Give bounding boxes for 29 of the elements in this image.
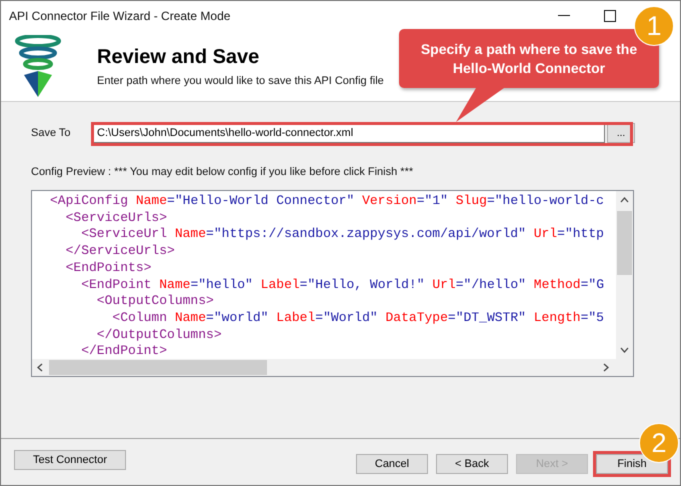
code-line: <ServiceUrls> — [64, 210, 168, 226]
wizard-button[interactable]: Cancel — [356, 454, 428, 474]
scroll-thumb[interactable] — [617, 211, 632, 275]
code-line: <EndPoint Name="hello" Label="Hello, World!" Url="/hello" Method="G — [80, 276, 605, 294]
code-line: <ApiConfig Name="Hello-World Connector" Version="1" Slug="hello-world-c — [50, 193, 605, 210]
minimize-icon[interactable] — [558, 15, 570, 17]
scroll-left-icon[interactable] — [37, 363, 43, 372]
code-line: <ServiceUrl Name="https://sandbox.zappysys.com/api/world" Url="http — [80, 226, 605, 244]
page-subtitle: Enter path where you would like to save this API Config file — [97, 74, 384, 86]
window-title: API Connector File Wizard - Create Mode — [9, 9, 230, 23]
code-line: </ServiceUrls> — [64, 243, 176, 260]
code-line: </OutputColumns> — [96, 326, 223, 344]
wizard-button[interactable]: < Back — [436, 454, 508, 474]
scroll-up-icon[interactable] — [620, 197, 629, 203]
preview-label: Config Preview : *** You may edit below config if you like before click Finish *** — [31, 166, 414, 178]
maximize-icon[interactable] — [604, 10, 616, 22]
page-title: Review and Save — [97, 46, 260, 68]
scroll-thumb[interactable] — [49, 360, 267, 375]
code-line: </EndPoint> — [80, 343, 168, 359]
path-field[interactable]: C:\Users\John\Documents\hello-world-connector.xml — [93, 123, 605, 143]
code-line: <EndPoints> — [64, 260, 152, 277]
code-line: <OutputColumns> — [96, 293, 215, 310]
code-editor[interactable] — [31, 190, 634, 377]
scroll-down-icon[interactable] — [620, 347, 629, 353]
scroll-right-icon[interactable] — [603, 363, 609, 372]
wizard-button[interactable]: Test Connector — [14, 450, 126, 470]
save-to-label: Save To — [31, 127, 72, 139]
tornado-logo-icon — [15, 35, 61, 97]
code-line: <Column Name="world" Label="World" DataType="DT_WSTR" Length="5 — [111, 310, 605, 327]
